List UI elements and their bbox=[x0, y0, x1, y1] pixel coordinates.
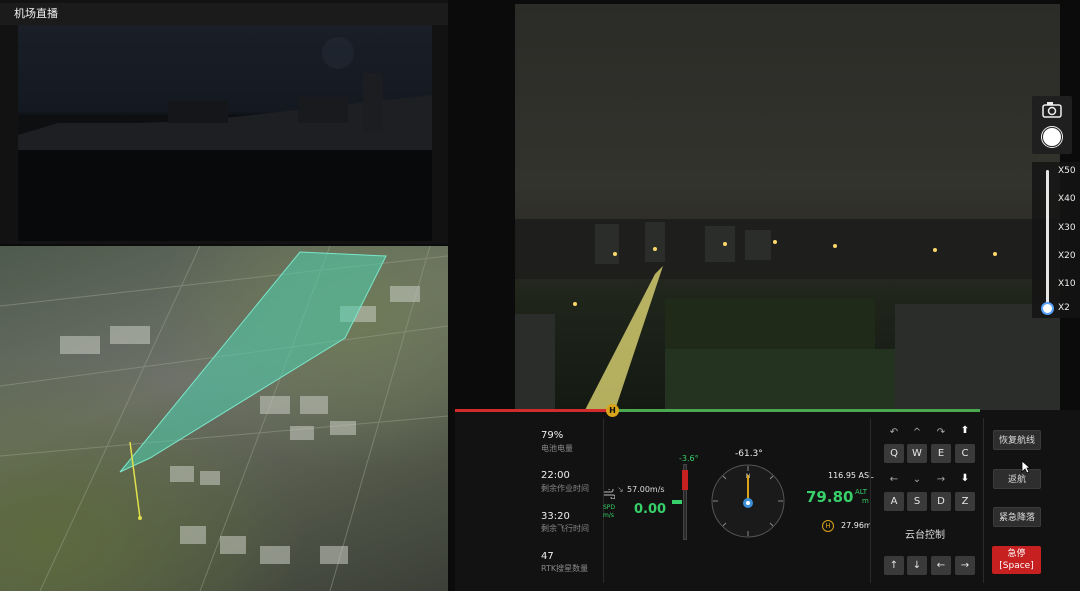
heading-value: -61.3° bbox=[735, 449, 763, 459]
gimbal-pitch-limit bbox=[682, 470, 688, 490]
zoom-level-x40[interactable]: X40 bbox=[1058, 194, 1076, 204]
emergency-stop-label: 急停 bbox=[1007, 549, 1026, 559]
dock-title-bar bbox=[0, 3, 448, 25]
remaining-task-time-label: 剩余作业时间 bbox=[541, 484, 589, 493]
ascend-icon: ⬆ bbox=[960, 425, 970, 436]
rtk-satellites-value: 47 bbox=[541, 551, 554, 562]
divider bbox=[870, 418, 871, 583]
zoom-level-x2[interactable]: X2 bbox=[1058, 303, 1070, 313]
emergency-stop-button[interactable]: 急停 [Space] bbox=[992, 546, 1041, 574]
arrow-right-icon: → bbox=[936, 474, 946, 485]
emergency-landing-button[interactable]: 紧急降落 bbox=[993, 507, 1041, 527]
key-z[interactable]: Z bbox=[955, 492, 975, 511]
altitude-value: 79.80 bbox=[806, 488, 854, 506]
record-button[interactable] bbox=[1040, 126, 1064, 150]
dock-scene bbox=[18, 37, 432, 241]
wind-icon bbox=[603, 484, 616, 500]
dock-camera-feed bbox=[18, 25, 432, 241]
dock-camera-title: 机场直播 bbox=[14, 7, 58, 20]
rtk-satellites-label: RTK搜星数量 bbox=[541, 564, 589, 573]
altitude-asl: 116.95 ASL bbox=[828, 471, 874, 480]
route-progress-bar bbox=[455, 409, 980, 412]
route-progress-completed bbox=[455, 409, 613, 412]
key-d[interactable]: D bbox=[931, 492, 951, 511]
wind-direction-icon: ↘ bbox=[617, 485, 624, 494]
gimbal-control-title: 云台控制 bbox=[905, 530, 945, 541]
remaining-flight-time-value: 33:20 bbox=[541, 511, 570, 522]
zoom-level-x50[interactable]: X50 bbox=[1058, 166, 1076, 176]
gimbal-right-button[interactable]: → bbox=[955, 556, 975, 575]
divider bbox=[983, 418, 984, 583]
emergency-stop-shortcut: [Space] bbox=[999, 561, 1034, 571]
gimbal-left-button[interactable]: ← bbox=[931, 556, 951, 575]
zoom-slider[interactable]: X50 X40 X30 X20 X10 X2 bbox=[1032, 162, 1080, 318]
zoom-track[interactable] bbox=[1046, 170, 1049, 310]
mouse-cursor-icon bbox=[1021, 459, 1032, 478]
gimbal-pitch-indicator bbox=[672, 500, 682, 504]
remaining-flight-time-label: 剩余飞行时间 bbox=[541, 524, 589, 533]
wind-speed-value: 57.00m/s bbox=[627, 485, 665, 494]
key-c[interactable]: C bbox=[955, 444, 975, 463]
home-distance-value: 27.96m bbox=[841, 521, 872, 530]
lit-avenue bbox=[585, 266, 663, 410]
zoom-level-x20[interactable]: X20 bbox=[1058, 251, 1076, 261]
home-point-marker-icon: H bbox=[606, 404, 619, 417]
key-w[interactable]: W bbox=[907, 444, 927, 463]
altitude-label-bottom: m bbox=[862, 497, 869, 505]
return-home-button[interactable]: 返航 bbox=[993, 469, 1041, 489]
battery-label: 电池电量 bbox=[541, 444, 573, 453]
zoom-level-x10[interactable]: X10 bbox=[1058, 279, 1076, 289]
dock-camera-panel: 机场直播 bbox=[0, 0, 448, 244]
battery-value: 79% bbox=[541, 430, 564, 441]
home-distance-icon: H bbox=[822, 520, 834, 532]
key-s[interactable]: S bbox=[907, 492, 927, 511]
speed-label-top: SPD bbox=[603, 504, 616, 511]
map-scene bbox=[0, 246, 448, 591]
key-q[interactable]: Q bbox=[884, 444, 904, 463]
resume-route-button[interactable]: 恢复航线 bbox=[993, 430, 1041, 450]
drone-camera-feed[interactable] bbox=[515, 4, 1060, 410]
flight-coverage-area bbox=[119, 251, 387, 473]
key-a[interactable]: A bbox=[884, 492, 904, 511]
remaining-task-time-value: 22:00 bbox=[541, 470, 570, 481]
compass-icon: N bbox=[711, 464, 785, 538]
speed-label-bottom: m/s bbox=[603, 512, 614, 519]
snapshot-button[interactable] bbox=[1040, 100, 1064, 124]
zoom-handle[interactable] bbox=[1041, 302, 1054, 315]
gimbal-pitch-value: -3.6° bbox=[679, 454, 699, 463]
altitude-label-top: ALT bbox=[855, 488, 868, 496]
chevron-up-icon: ^ bbox=[912, 427, 922, 438]
chevron-down-icon: ⌄ bbox=[912, 474, 922, 485]
arrow-left-icon: ← bbox=[889, 474, 899, 485]
key-e[interactable]: E bbox=[931, 444, 951, 463]
gimbal-up-button[interactable]: ↑ bbox=[884, 556, 904, 575]
speed-value: 0.00 bbox=[634, 502, 667, 517]
descend-icon: ⬇ bbox=[960, 473, 970, 484]
rotate-left-icon: ↶ bbox=[889, 427, 899, 438]
city-night-scene bbox=[515, 219, 1060, 410]
rotate-right-icon: ↷ bbox=[936, 427, 946, 438]
flight-map[interactable] bbox=[0, 246, 448, 591]
gimbal-down-button[interactable]: ↓ bbox=[907, 556, 927, 575]
divider bbox=[603, 418, 604, 583]
zoom-level-x30[interactable]: X30 bbox=[1058, 223, 1076, 233]
